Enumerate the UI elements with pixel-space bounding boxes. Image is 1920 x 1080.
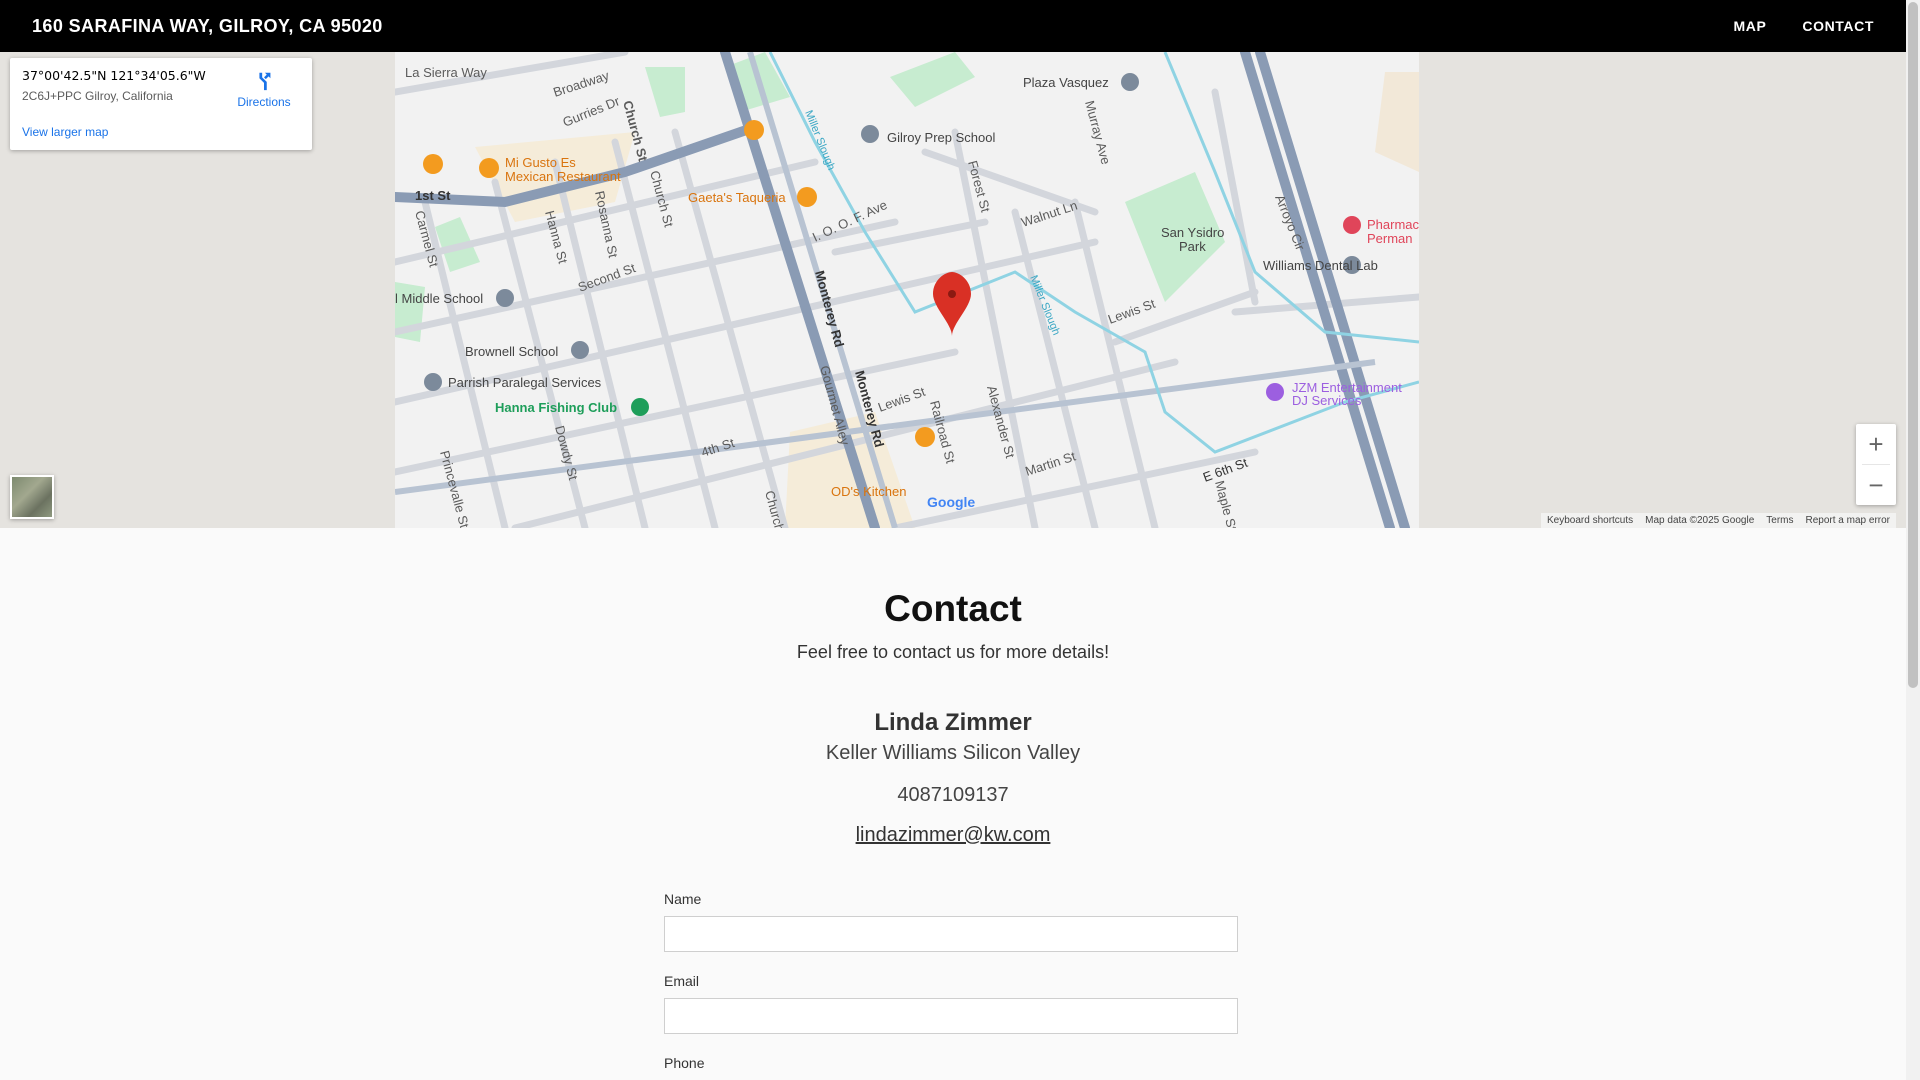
view-larger-map-link[interactable]: View larger map bbox=[22, 125, 108, 139]
svg-text:Plaza Vasquez: Plaza Vasquez bbox=[1023, 75, 1109, 90]
svg-text:Pharmac: Pharmac bbox=[1367, 217, 1419, 232]
directions-button[interactable]: Directions bbox=[234, 70, 294, 109]
directions-icon bbox=[259, 72, 271, 91]
top-nav: MAP CONTACT bbox=[1733, 18, 1874, 34]
email-field-label: Email bbox=[664, 973, 700, 989]
svg-text:Gaeta's Taqueria: Gaeta's Taqueria bbox=[688, 190, 786, 205]
satellite-toggle-button[interactable] bbox=[10, 475, 54, 519]
agent-phone: 4087109137 bbox=[897, 784, 1009, 806]
agent-email-link[interactable]: lindazimmer@kw.com bbox=[856, 824, 1051, 846]
svg-text:Gilroy Prep School: Gilroy Prep School bbox=[887, 130, 995, 145]
agent-email: lindazimmer@kw.com bbox=[0, 824, 1906, 847]
svg-text:DJ Services: DJ Services bbox=[1292, 393, 1362, 408]
nav-contact-link[interactable]: CONTACT bbox=[1802, 18, 1874, 34]
svg-text:Perman: Perman bbox=[1367, 231, 1413, 246]
report-map-error-link[interactable]: Report a map error bbox=[1800, 513, 1896, 528]
nav-map-link[interactable]: MAP bbox=[1733, 18, 1766, 34]
svg-text:Mi Gusto Es: Mi Gusto Es bbox=[505, 155, 576, 170]
contact-title: Contact bbox=[884, 588, 1022, 629]
map-coordinates: 37°00'42.5"N 121°34'05.6"W bbox=[22, 68, 206, 83]
map-info-card: 37°00'42.5"N 121°34'05.6"W 2C6J+PPC Gilr… bbox=[10, 58, 312, 150]
page-scrollbar[interactable] bbox=[1906, 0, 1920, 1080]
svg-text:Williams Dental Lab: Williams Dental Lab bbox=[1263, 258, 1378, 273]
agent-name: Linda Zimmer bbox=[874, 709, 1032, 736]
svg-text:Parrish Paralegal Services: Parrish Paralegal Services bbox=[448, 375, 602, 390]
phone-field-label: Phone bbox=[664, 1055, 705, 1071]
map-embed[interactable]: La Sierra Way Broadway Gurries Dr Church… bbox=[0, 52, 1906, 528]
svg-text:l Middle School: l Middle School bbox=[395, 291, 483, 306]
terms-link[interactable]: Terms bbox=[1760, 513, 1799, 528]
name-field-label: Name bbox=[664, 891, 702, 907]
svg-text:Park: Park bbox=[1179, 239, 1206, 254]
map-attribution: Keyboard shortcuts Map data ©2025 Google… bbox=[1540, 513, 1896, 528]
map-plus-code: 2C6J+PPC Gilroy, California bbox=[22, 89, 173, 103]
svg-text:La Sierra Way: La Sierra Way bbox=[405, 65, 487, 80]
map-data-credit: Map data ©2025 Google bbox=[1645, 515, 1755, 526]
map-zoom-controls: + − bbox=[1856, 424, 1896, 505]
top-bar: 160 SARAFINA WAY, GILROY, CA 95020 MAP C… bbox=[0, 0, 1906, 52]
svg-text:Google: Google bbox=[927, 494, 975, 510]
svg-text:1st St: 1st St bbox=[415, 188, 451, 203]
svg-text:OD's Kitchen: OD's Kitchen bbox=[831, 484, 906, 499]
directions-label: Directions bbox=[237, 95, 291, 109]
name-input[interactable] bbox=[664, 916, 1238, 952]
svg-text:Hanna Fishing Club: Hanna Fishing Club bbox=[495, 400, 617, 415]
zoom-out-button[interactable]: − bbox=[1856, 465, 1896, 505]
scrollbar-thumb[interactable] bbox=[1908, 2, 1918, 688]
keyboard-shortcuts-link[interactable]: Keyboard shortcuts bbox=[1541, 513, 1639, 528]
svg-text:San Ysidro: San Ysidro bbox=[1161, 225, 1224, 240]
svg-text:Brownell School: Brownell School bbox=[465, 344, 558, 359]
contact-subtitle: Feel free to contact us for more details… bbox=[796, 642, 1110, 662]
svg-text:Mexican Restaurant: Mexican Restaurant bbox=[505, 169, 621, 184]
zoom-in-button[interactable]: + bbox=[1856, 424, 1896, 464]
map-tiles[interactable]: La Sierra Way Broadway Gurries Dr Church… bbox=[395, 52, 1419, 528]
email-input[interactable] bbox=[664, 998, 1238, 1034]
property-address-title[interactable]: 160 SARAFINA WAY, GILROY, CA 95020 bbox=[32, 16, 383, 37]
agent-company: Keller Williams Silicon Valley bbox=[825, 742, 1081, 764]
